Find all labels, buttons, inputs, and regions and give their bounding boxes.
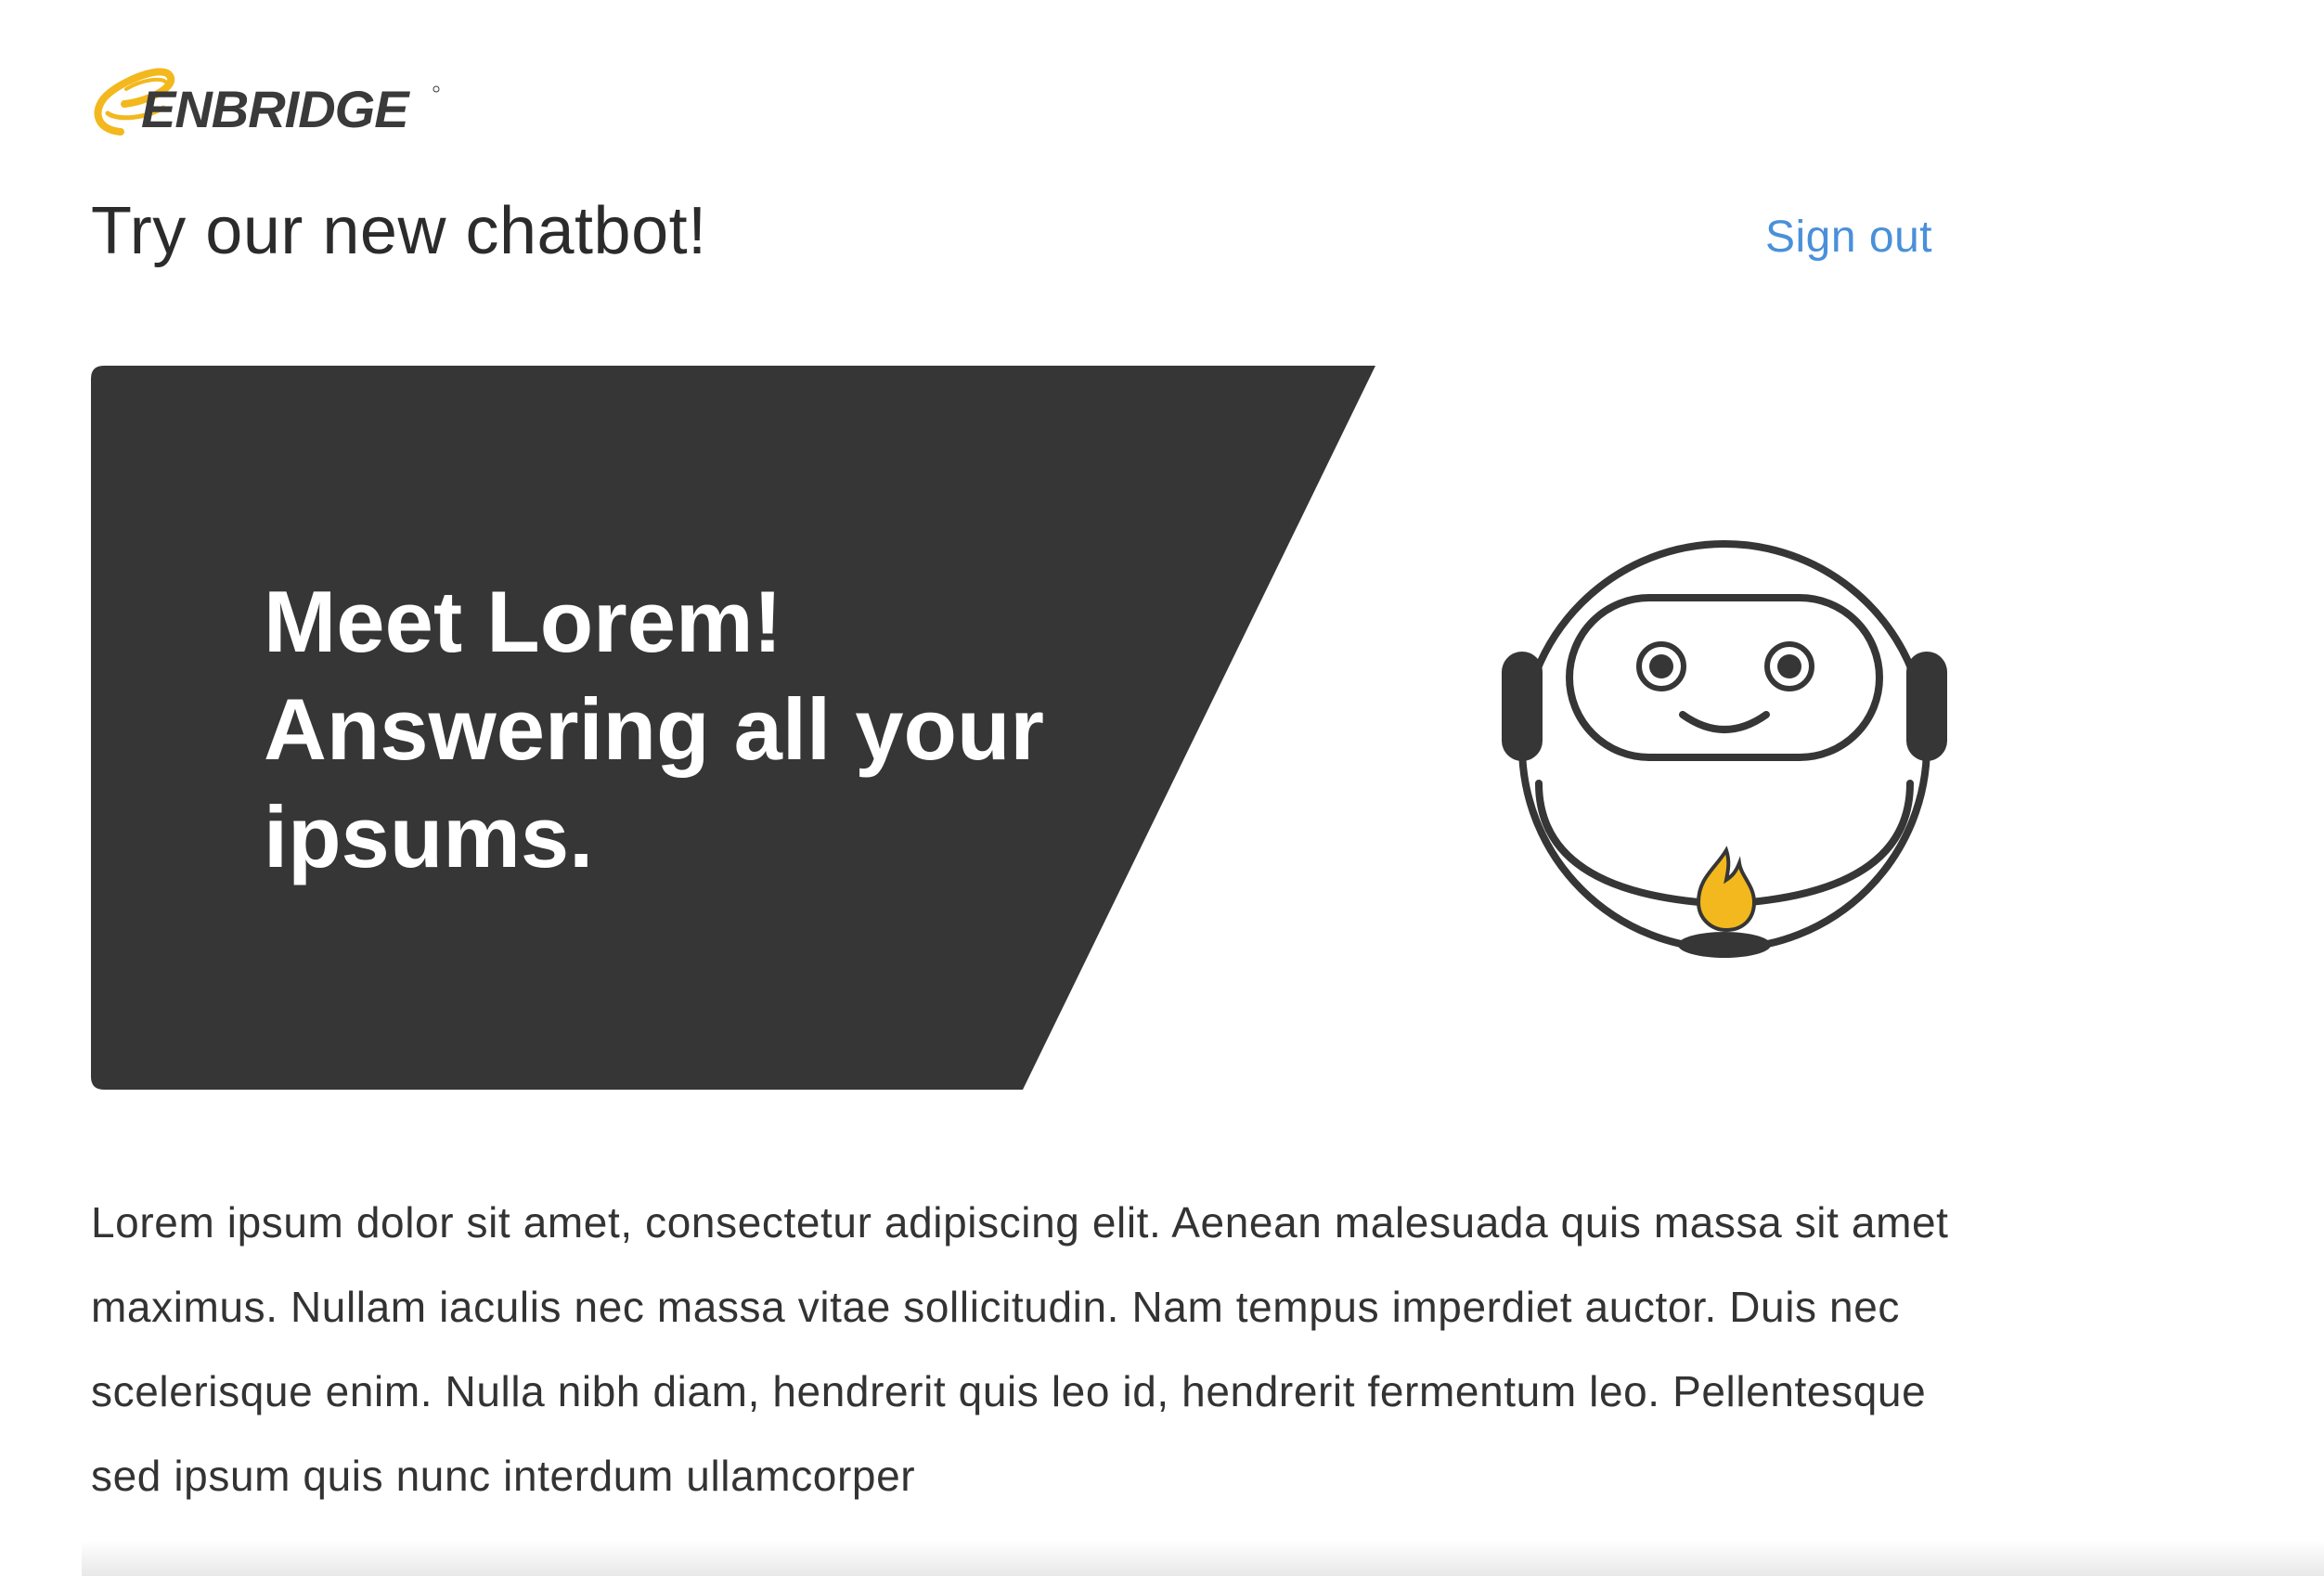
enbridge-logo: ENBRIDGE	[89, 52, 460, 145]
logo-wordmark: ENBRIDGE	[141, 80, 410, 138]
body-paragraph: Lorem ipsum dolor sit amet, consectetur …	[91, 1198, 1949, 1500]
flame-icon	[1696, 846, 1757, 933]
robot-eyes	[1636, 641, 1814, 691]
hero-headline-line: ipsums.	[264, 788, 594, 885]
hero-headline-line: Answering all your	[264, 680, 1044, 778]
content-divider	[82, 1541, 2324, 1576]
sign-out-link[interactable]: Sign out	[1765, 212, 1932, 263]
hero-headline-line: Meet Lorem!	[264, 573, 782, 670]
chatbot-robot-icon	[1502, 540, 1947, 958]
hero-headline: Meet Lorem! Answering all your ipsums.	[264, 568, 1229, 891]
page-title: Try our new chatbot!	[91, 194, 707, 268]
hero-banner: Meet Lorem! Answering all your ipsums.	[91, 366, 1947, 1090]
